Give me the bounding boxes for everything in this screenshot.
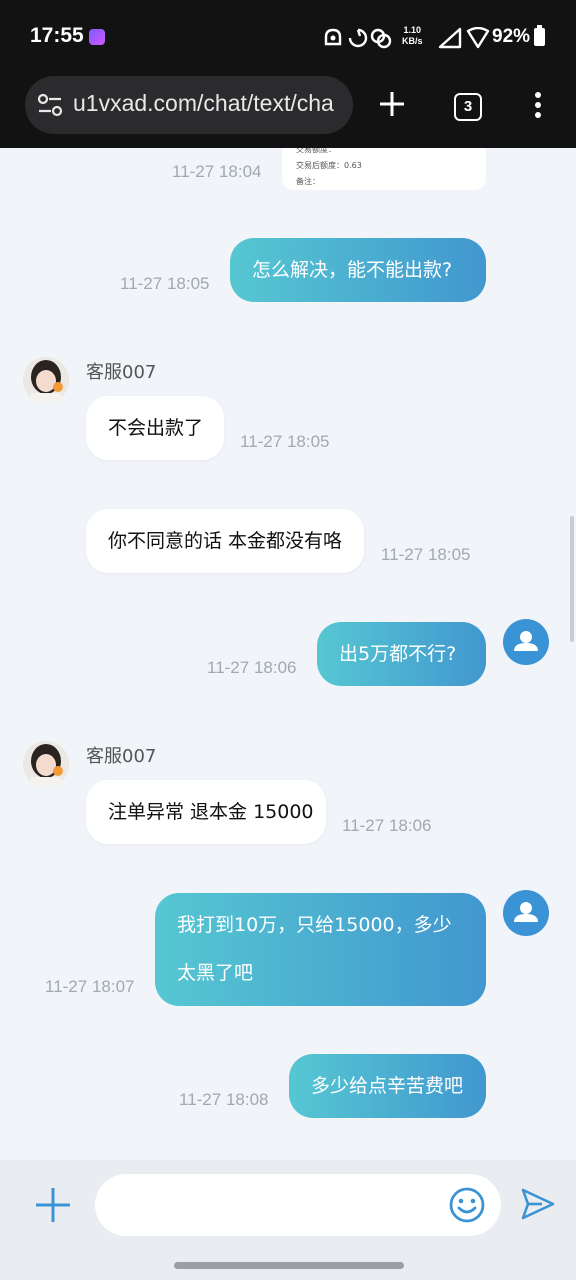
battery-icon [534, 25, 545, 46]
message-bubble-incoming[interactable]: 注单异常 退本金 15000 [86, 780, 326, 844]
receipt-line: 交易额度： [296, 148, 336, 154]
scrollbar[interactable] [570, 516, 574, 642]
home-indicator[interactable] [174, 1262, 404, 1269]
user-avatar[interactable] [503, 890, 549, 936]
app-notification-icon [89, 29, 105, 45]
message-time: 11-27 18:05 [120, 274, 210, 293]
new-tab-plus-icon[interactable] [378, 90, 406, 118]
url-text[interactable]: u1vxad.com/chat/text/cha [73, 90, 334, 117]
send-icon[interactable] [520, 1186, 556, 1222]
person-icon [514, 631, 538, 651]
user-avatar[interactable] [503, 619, 549, 665]
message-time: 11-27 18:06 [207, 658, 297, 677]
message-bubble-outgoing[interactable]: 怎么解决，能不能出款? [230, 238, 486, 302]
agent-avatar[interactable] [23, 357, 69, 403]
composer-bar [0, 1160, 576, 1280]
message-bubble-outgoing[interactable]: 出5万都不行? [317, 622, 486, 686]
message-time: 11-27 18:06 [342, 816, 432, 835]
wifi-icon [466, 27, 490, 49]
receipt-line: 交易后额度：0.63 [296, 161, 362, 170]
message-time: 11-27 18:05 [240, 432, 330, 451]
plus-icon[interactable] [30, 1182, 76, 1228]
chat-area[interactable]: 交易额度： 交易后额度：0.63 备注： 11-27 18:04 怎么解决，能不… [0, 148, 576, 1160]
message-time: 11-27 18:08 [179, 1090, 269, 1109]
message-input[interactable] [95, 1174, 501, 1236]
more-vert-icon[interactable] [530, 92, 546, 126]
message-time: 11-27 18:05 [381, 545, 471, 564]
receipt-line: 备注： [296, 177, 320, 186]
receipt-card[interactable]: 交易额度： 交易后额度：0.63 备注： [282, 148, 486, 190]
person-icon [514, 902, 538, 922]
message-bubble-incoming[interactable]: 不会出款了 [86, 396, 224, 460]
battery-percent: 92% [492, 26, 531, 47]
sender-name: 客服007 [86, 746, 157, 767]
clock: 17:55 [30, 24, 84, 47]
sender-name: 客服007 [86, 362, 157, 383]
tab-switcher-button[interactable]: 3 [454, 93, 482, 121]
message-bubble-incoming[interactable]: 你不同意的话 本金都没有咯 [86, 509, 364, 573]
notification-icons [324, 28, 392, 49]
net-speed: 1.10 KB/s [402, 25, 423, 46]
agent-avatar[interactable] [23, 741, 69, 787]
browser-toolbar: u1vxad.com/chat/text/cha 3 [0, 68, 576, 148]
signal-icon [438, 27, 462, 49]
message-bubble-outgoing[interactable]: 我打到10万，只给15000，多少太黑了吧 [155, 893, 486, 1006]
address-bar[interactable]: u1vxad.com/chat/text/cha [25, 76, 353, 134]
message-bubble-outgoing[interactable]: 多少给点辛苦费吧 [289, 1054, 486, 1118]
smiley-icon[interactable] [448, 1186, 486, 1224]
status-bar: 17:55 1.10 KB/s 92% [0, 0, 576, 68]
message-time: 11-27 18:04 [172, 162, 262, 181]
tune-icon[interactable] [37, 93, 63, 117]
message-time: 11-27 18:07 [45, 977, 135, 996]
